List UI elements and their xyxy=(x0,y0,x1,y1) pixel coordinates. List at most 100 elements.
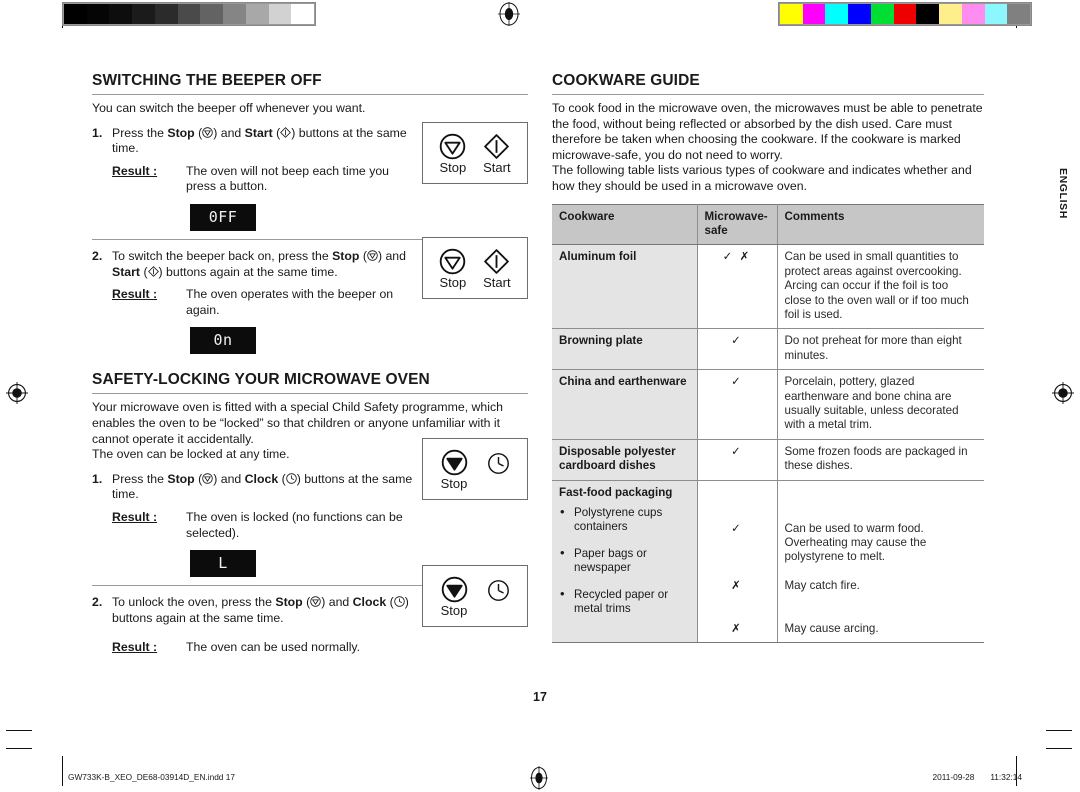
calibration-swatch-6 xyxy=(916,4,940,24)
grayscale-calibration-bar xyxy=(62,2,316,26)
cell-cookware: Aluminum foil xyxy=(552,244,698,330)
stop-icon xyxy=(439,248,466,275)
result-row: Result : The oven can be used normally. xyxy=(112,640,416,656)
beeper-section-title: Switching the Beeper Off xyxy=(92,72,528,95)
clock-button-key xyxy=(487,452,510,488)
calibration-swatch-8 xyxy=(961,4,985,24)
step-text-part: ( xyxy=(278,471,286,486)
calibration-swatch-3 xyxy=(848,4,871,24)
fast-food-safe-stack: ✓ ✗ ✗ xyxy=(705,486,770,636)
page-number: 17 xyxy=(533,690,547,704)
stop-button-caption: Stop xyxy=(439,159,467,175)
clock-icon xyxy=(285,472,297,486)
stop-icon xyxy=(310,595,321,609)
result-text: The oven operates with the beeper on aga… xyxy=(186,287,394,317)
table-header-row: Cookware Microwave-safe Comments xyxy=(552,203,984,246)
stop-keyword: Stop xyxy=(167,125,195,140)
header-comments: Comments xyxy=(777,203,984,246)
footer-filename: GW733K-B_XEO_DE68-03914D_EN.indd 17 xyxy=(68,772,235,782)
cell-comments: Do not preheat for more than eight minut… xyxy=(777,328,984,371)
list-item: Recycled paper or metal trims xyxy=(559,587,690,617)
result-text: The oven can be used normally. xyxy=(186,640,361,655)
button-illustration-stop-clock-2: Stop xyxy=(422,565,528,627)
result-label: Result : xyxy=(112,509,158,524)
subitem-safe: ✓ xyxy=(731,521,743,535)
clock-keyword: Clock xyxy=(352,595,387,610)
start-button-caption: Start xyxy=(483,274,511,290)
clock-icon xyxy=(393,595,405,609)
cell-comments: Can be used in small quantities to prote… xyxy=(777,244,984,330)
stop-button-caption: Stop xyxy=(439,274,467,290)
calibration-swatch-7 xyxy=(223,4,246,24)
step-text-part: ) and xyxy=(377,248,406,263)
calibration-swatch-4 xyxy=(154,4,178,24)
stop-keyword: Stop xyxy=(332,248,360,263)
step-text-part: ) buttons again at the same time. xyxy=(158,264,338,279)
list-item: Paper bags or newspaper xyxy=(559,546,690,576)
result-row: Result : The oven will not beep each tim… xyxy=(112,164,416,195)
step-number: 2. xyxy=(92,595,103,610)
subitem-safe: ✗ xyxy=(731,578,743,592)
cell-cookware: China and earthenware xyxy=(552,369,698,440)
subitem-comment: May catch fire. xyxy=(784,578,860,592)
cell-cookware: Browning plate xyxy=(552,328,698,371)
subitem-comment: Can be used to warm food. Overheating ma… xyxy=(784,521,927,564)
cell-cookware: Disposable polyester cardboard dishes xyxy=(552,439,698,481)
subitem-safe: ✗ xyxy=(731,621,743,635)
result-row: Result : The oven operates with the beep… xyxy=(112,287,416,318)
cookware-intro-text: To cook food in the microwave oven, the … xyxy=(552,101,983,162)
clock-icon xyxy=(487,452,510,475)
step-text-part: ( xyxy=(386,595,394,610)
step-text-part: Press the xyxy=(112,471,168,486)
footer-date: 2011-09-28 xyxy=(932,772,975,782)
stop-button-key: Stop xyxy=(441,576,468,618)
calibration-swatch-0 xyxy=(780,4,803,24)
stop-icon xyxy=(367,249,378,263)
calibration-swatch-9 xyxy=(984,4,1008,24)
stop-button-key: Stop xyxy=(441,449,468,491)
result-label: Result : xyxy=(112,640,158,655)
start-icon xyxy=(280,126,292,140)
start-keyword: Start xyxy=(244,125,273,140)
cell-comments: Can be used to warm food. Overheating ma… xyxy=(777,480,984,644)
result-label: Result : xyxy=(112,287,158,302)
right-column: Cookware Guide To cook food in the micro… xyxy=(552,72,984,644)
result-text: The oven is locked (no functions can be … xyxy=(186,509,403,540)
fast-food-subitem-list: Polystyrene cups containers Paper bags o… xyxy=(559,505,690,617)
calibration-swatch-4 xyxy=(870,4,894,24)
calibration-swatch-0 xyxy=(64,4,87,24)
manual-page: Switching the Beeper Off You can switch … xyxy=(0,0,1080,792)
beeper-intro-text: You can switch the beeper off whenever y… xyxy=(92,101,366,115)
step-text: Press the Stop () and Clock () buttons a… xyxy=(112,472,416,503)
stop-icon xyxy=(202,126,213,140)
crop-mark-right-1 xyxy=(1046,730,1072,731)
cookware-section-title: Cookware Guide xyxy=(552,72,984,95)
stop-button-caption: Stop xyxy=(440,475,468,491)
cell-microwave-safe: ✓ xyxy=(697,328,778,371)
calibration-swatch-8 xyxy=(245,4,269,24)
calibration-swatch-6 xyxy=(200,4,224,24)
clock-button-key xyxy=(487,579,510,615)
registration-mark-left xyxy=(6,382,28,404)
start-icon xyxy=(483,248,510,275)
button-illustration-stop-start-2: Stop Start xyxy=(422,237,528,299)
led-display-beeper-on: 0n xyxy=(190,327,256,355)
calibration-swatch-7 xyxy=(939,4,962,24)
stop-keyword: Stop xyxy=(275,595,303,610)
step-text-part: ) and xyxy=(321,595,353,610)
cell-cookware: Fast-food packaging Polystyrene cups con… xyxy=(552,480,698,644)
stop-button-key: Stop xyxy=(439,133,466,175)
step-number: 1. xyxy=(92,471,103,486)
stop-icon xyxy=(441,449,468,476)
color-calibration-bar xyxy=(778,2,1032,26)
led-value: 0FF xyxy=(208,207,238,226)
stop-button-caption: Stop xyxy=(440,602,468,618)
cell-comments: Porcelain, pottery, glazed earthenware a… xyxy=(777,369,984,440)
registration-mark-top xyxy=(498,2,520,26)
table-row: Browning plate ✓ Do not preheat for more… xyxy=(552,328,984,371)
button-illustration-stop-clock-1: Stop xyxy=(422,438,528,500)
step-text-part: Press the xyxy=(112,125,168,140)
header-microwave-safe: Microwave-safe xyxy=(697,203,778,246)
step-text-part: ( xyxy=(359,248,367,263)
